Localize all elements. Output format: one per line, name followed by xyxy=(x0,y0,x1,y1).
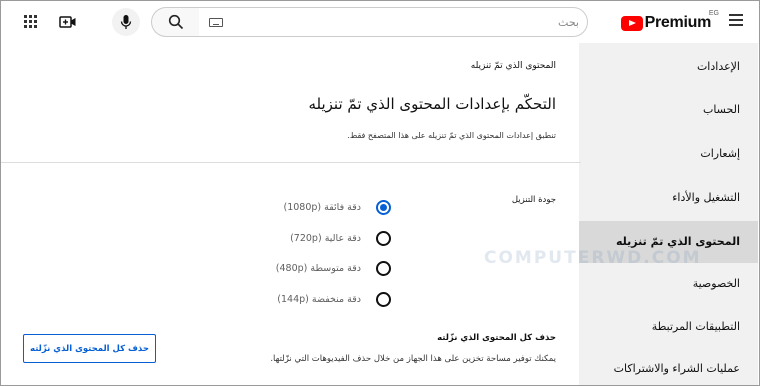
app-window: EG Premium بحث الإعدادات الحساب إشعارات … xyxy=(0,0,760,386)
create-button[interactable] xyxy=(58,12,78,32)
download-quality-label: جودة التنزيل xyxy=(511,195,556,205)
quality-option-144p[interactable]: دقة منخفضة (144p) xyxy=(261,290,391,310)
youtube-play-icon xyxy=(620,15,643,31)
section-divider xyxy=(1,162,581,163)
page-title: التحكّم بإعدادات المحتوى الذي تمّ تنزيله xyxy=(308,95,556,113)
sidebar-item-account[interactable]: الحساب xyxy=(579,89,758,131)
quality-option-label: دقة منخفضة (144p) xyxy=(277,294,361,305)
delete-all-downloads-button[interactable]: حذف كل المحتوى الذي نزّلته xyxy=(23,334,156,363)
breadcrumb: المحتوى الذي تمّ تنزيله xyxy=(470,61,556,71)
sidebar-item-connected-apps[interactable]: التطبيقات المرتبطة xyxy=(579,306,758,348)
sidebar-item-billing[interactable]: عمليات الشراء والاشتراكات xyxy=(579,348,758,385)
delete-downloads-title: حذف كل المحتوى الذي نزّلته xyxy=(437,333,556,343)
quality-option-label: دقة عالية (720p) xyxy=(290,233,361,244)
sidebar-item-playback[interactable]: التشغيل والأداء xyxy=(579,177,758,219)
watermark: COMPUTERWD.COM xyxy=(484,248,702,268)
search-button[interactable] xyxy=(151,7,199,37)
hamburger-icon[interactable] xyxy=(729,14,743,26)
logo-text: Premium xyxy=(644,14,712,31)
sidebar-item-notifications[interactable]: إشعارات xyxy=(579,133,758,175)
main-content: المحتوى الذي تمّ تنزيله التحكّم بإعدادات… xyxy=(1,43,700,385)
youtube-premium-logo[interactable]: Premium xyxy=(620,13,712,33)
quality-option-480p[interactable]: دقة متوسطة (480p) xyxy=(261,259,391,279)
create-video-icon xyxy=(59,16,76,28)
voice-search-button[interactable] xyxy=(112,8,140,36)
settings-sidebar: الإعدادات الحساب إشعارات التشغيل والأداء… xyxy=(579,43,758,385)
microphone-icon xyxy=(120,15,132,29)
quality-option-label: دقة فائقة (1080p) xyxy=(283,202,361,213)
delete-downloads-description: يمكنك توفير مساحة تخزين على هذا الجهاز م… xyxy=(270,354,556,364)
sidebar-item-settings[interactable]: الإعدادات xyxy=(579,46,758,88)
search-input[interactable] xyxy=(239,12,579,32)
quality-option-label: دقة متوسطة (480p) xyxy=(275,263,361,274)
radio-button[interactable] xyxy=(376,231,391,246)
sidebar-item-privacy[interactable]: الخصوصية xyxy=(579,263,758,305)
quality-option-1080p[interactable]: دقة فائقة (1080p) xyxy=(261,198,391,218)
apps-grid-icon[interactable] xyxy=(23,14,39,30)
search-box xyxy=(198,7,588,37)
search-icon xyxy=(168,14,183,30)
top-header: EG Premium xyxy=(1,1,759,43)
radio-button[interactable] xyxy=(376,261,391,276)
quality-option-720p[interactable]: دقة عالية (720p) xyxy=(261,229,391,249)
keyboard-icon[interactable] xyxy=(209,18,223,27)
radio-button-selected[interactable] xyxy=(376,200,391,215)
page-subtitle: تنطبق إعدادات المحتوى الذي تمّ تنزيله عل… xyxy=(347,131,556,140)
radio-button[interactable] xyxy=(376,292,391,307)
